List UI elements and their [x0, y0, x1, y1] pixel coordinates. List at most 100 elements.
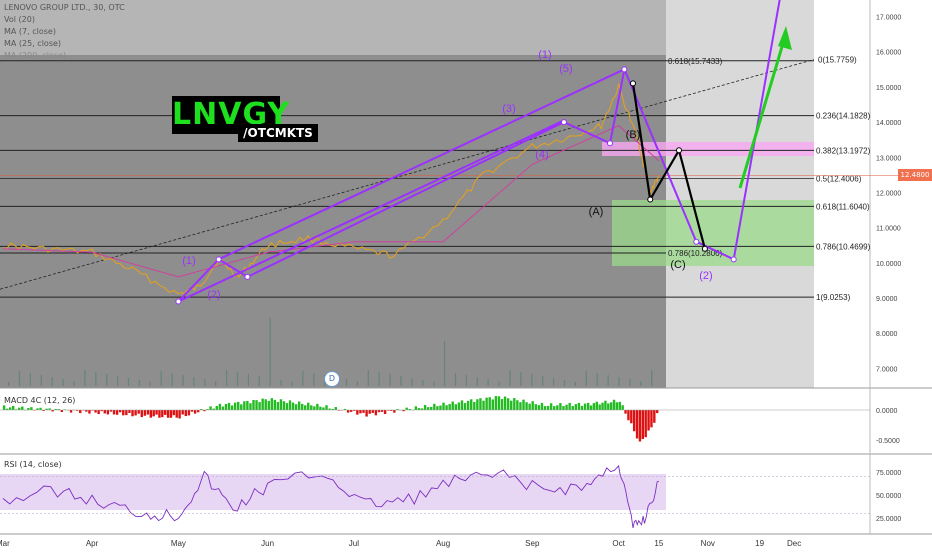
macd-bar [143, 410, 147, 416]
macd-bar [362, 410, 365, 413]
x-tick-label: May [171, 539, 186, 548]
macd-bar [513, 398, 516, 410]
indicator-ma200[interactable]: MA (200, close) [4, 50, 125, 62]
current-price-tag[interactable]: 12.4800 [898, 169, 932, 181]
macd-bar [595, 401, 598, 410]
macd-title[interactable]: MACD 4C (12, 26) [4, 396, 75, 405]
volume-bar [476, 377, 478, 386]
wave-pivot[interactable] [606, 140, 613, 147]
abc-pivot[interactable] [676, 147, 683, 154]
wave-label: (2) [207, 289, 220, 301]
macd-bar [181, 410, 184, 415]
chart-canvas[interactable]: 0.618(15.7433) 0(15.7759) 0.236(14.1828) 0.… [0, 0, 932, 550]
indicator-volume[interactable]: Vol (20) [4, 14, 125, 26]
volume-bar [400, 376, 402, 386]
y-tick-label: 11.0000 [876, 226, 901, 233]
rsi-title[interactable]: RSI (14, close) [4, 460, 62, 469]
volume-bar [389, 374, 391, 386]
wave-label: (1) [538, 49, 551, 61]
y-tick-label: 15.0000 [876, 85, 901, 92]
fib-label: 0.618(15.7433) [668, 57, 723, 66]
volume-bar [498, 381, 500, 386]
fib-label: 0.382(13.1972) [816, 146, 871, 155]
wave-pivot[interactable] [244, 273, 251, 280]
volume-bar [422, 380, 424, 386]
macd-bar [39, 407, 42, 410]
macd-bar [371, 410, 374, 413]
macd-bar [479, 398, 482, 410]
event-marker-d[interactable]: D [324, 371, 340, 387]
wave-pivot[interactable] [730, 256, 737, 263]
volume-bar [411, 378, 413, 386]
wave-pivot[interactable] [560, 119, 567, 126]
volume-bar [651, 370, 653, 386]
volume-bar [51, 377, 53, 386]
macd-bar [8, 407, 12, 410]
wave-pivot[interactable] [175, 298, 182, 305]
wave-pivot[interactable] [621, 66, 628, 73]
macd-bar [125, 410, 128, 416]
macd-bar [131, 410, 134, 417]
wave-label: (4) [535, 149, 548, 161]
wave-pivot[interactable] [215, 256, 222, 263]
macd-bar [436, 406, 439, 410]
macd-bar [246, 401, 249, 410]
macd-bar [485, 397, 488, 410]
exchange-logo: /OTCMKTS [238, 124, 318, 142]
abc-pivot[interactable] [701, 245, 708, 252]
volume-bar [106, 374, 108, 386]
volume-bar [280, 380, 282, 386]
macd-bar [601, 402, 604, 410]
macd-bar [106, 410, 110, 415]
volume-bar [574, 382, 576, 386]
macd-bar [565, 404, 568, 410]
macd-bar [322, 407, 325, 410]
macd-bar [638, 410, 642, 442]
macd-bar [653, 410, 656, 423]
volume-bar [563, 380, 566, 386]
macd-bar [577, 402, 581, 410]
fib-label: 0.236(14.1828) [816, 112, 871, 121]
volume-bar [215, 381, 217, 386]
macd-bar [589, 405, 593, 410]
macd-bar [158, 410, 161, 418]
volume-bar [378, 372, 380, 386]
macd-bar [30, 407, 33, 410]
volume-bar [8, 382, 10, 386]
macd-bar [383, 410, 387, 415]
volume-bar [509, 370, 511, 386]
macd-bar [612, 399, 616, 410]
macd-bar [118, 410, 122, 413]
macd-bar [79, 410, 82, 414]
macd-bar [285, 403, 289, 410]
macd-bar [546, 405, 550, 410]
volume-bar [84, 370, 86, 386]
macd-bar [346, 410, 350, 413]
indicator-ma7[interactable]: MA (7, close) [4, 26, 125, 38]
macd-bar [137, 410, 140, 414]
macd-bar [494, 396, 498, 410]
wave-pivot[interactable] [693, 238, 700, 245]
macd-tick-label: -0.5000 [876, 438, 900, 445]
indicator-ma25[interactable]: MA (25, close) [4, 38, 125, 50]
macd-bar [630, 410, 633, 424]
macd-tick-label: 0.0000 [876, 408, 898, 415]
macd-bar [18, 407, 21, 410]
x-tick-label: Mar [0, 539, 10, 548]
macd-bar [377, 410, 381, 413]
fib-label: 0.786(10.4699) [816, 242, 871, 251]
macd-bar [500, 399, 504, 410]
y-tick-label: 8.0000 [876, 331, 898, 338]
abc-pivot[interactable] [629, 80, 636, 87]
macd-bar [122, 410, 125, 416]
macd-bar [215, 405, 218, 410]
abc-pivot[interactable] [647, 196, 654, 203]
macd-bar [586, 402, 590, 410]
macd-bar [516, 400, 519, 410]
macd-bar [325, 405, 328, 410]
macd-bar [334, 407, 337, 410]
macd-bar [574, 404, 578, 410]
macd-bar [615, 402, 619, 410]
macd-bar [393, 410, 396, 413]
volume-bar [193, 377, 195, 386]
